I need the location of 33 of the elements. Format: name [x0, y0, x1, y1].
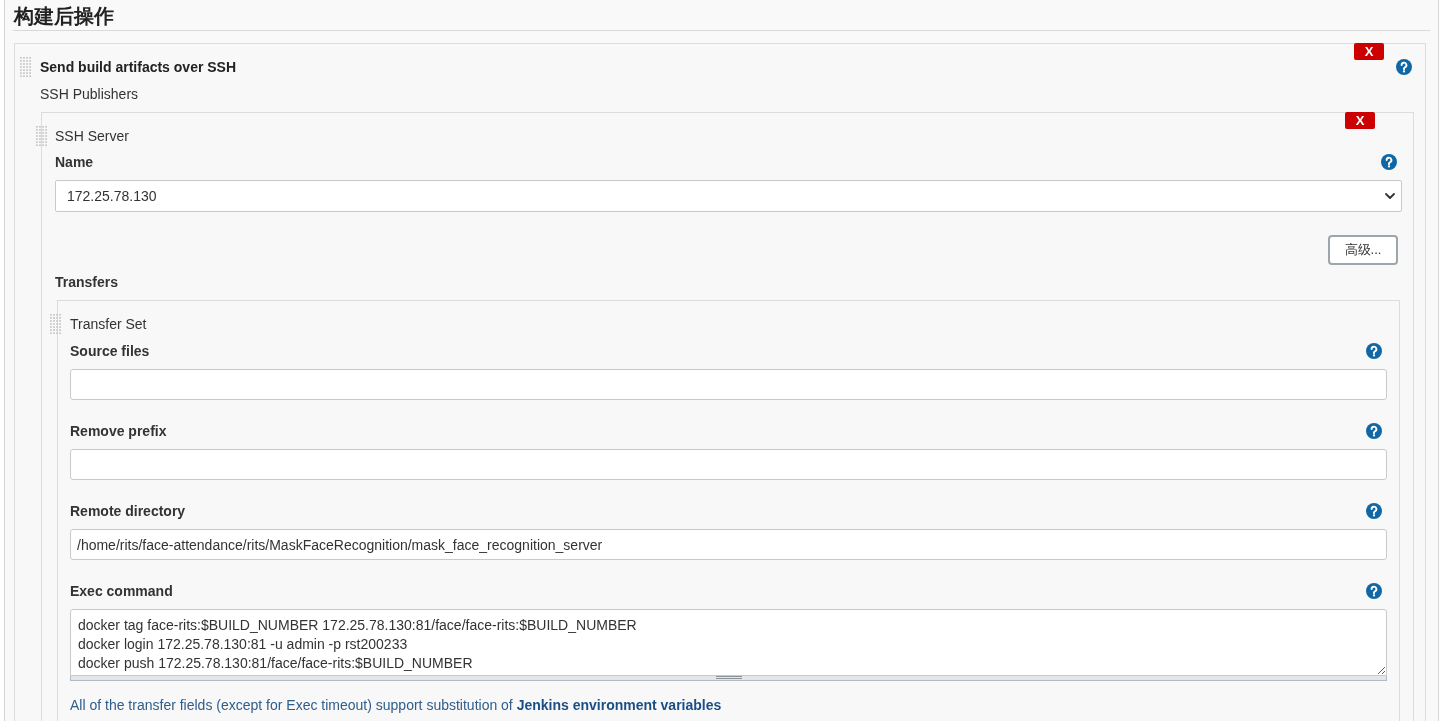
- help-icon[interactable]: [1396, 59, 1412, 75]
- transfers-label: Transfers: [55, 273, 119, 292]
- help-icon[interactable]: [1381, 154, 1397, 170]
- help-note: All of the transfer fields (except for Exec timeout) support substitution of Jenkins environment variables: [70, 697, 722, 714]
- drag-handle-icon[interactable]: [50, 314, 61, 334]
- delete-button[interactable]: X: [1345, 112, 1375, 129]
- input-field[interactable]: [70, 449, 1387, 480]
- input-field[interactable]: /home/rits/face-attendance/rits/MaskFaceRecognition/mask_face_recognition_server: [70, 529, 1387, 560]
- delete-button[interactable]: X: [1354, 43, 1384, 60]
- textarea-resize-handle[interactable]: [70, 676, 1387, 681]
- env-variables-link[interactable]: Jenkins environment variables: [516, 697, 722, 713]
- section-heading: 构建后操作: [14, 4, 114, 29]
- field-label: Source files: [70, 342, 150, 361]
- drag-handle-icon[interactable]: [36, 126, 47, 146]
- input-field[interactable]: [70, 369, 1387, 400]
- advanced-button[interactable]: 高级...: [1328, 235, 1398, 265]
- help-icon[interactable]: [1366, 583, 1382, 599]
- grip-lines-icon: [715, 676, 742, 679]
- field-label: Remove prefix: [70, 422, 167, 441]
- chevron-down-icon: [1385, 193, 1395, 199]
- transfer-set-title: Transfer Set: [70, 315, 147, 334]
- command-textarea[interactable]: docker tag face-rits:$BUILD_NUMBER 172.25.78.130:81/face/face-rits:$BUILD_NUMBER docker login 172.25.78.130:81 -u admin -p rst200233 docker push 172.25.78.130:81/face/face-rits:$BUILD_NUMBER: [70, 609, 1387, 676]
- drag-handle-icon[interactable]: [20, 57, 31, 77]
- help-icon[interactable]: [1366, 503, 1382, 519]
- field-label: Remote directory: [70, 502, 186, 521]
- publisher-subtitle: SSH Publishers: [40, 85, 139, 104]
- server-select[interactable]: 172.25.78.130: [55, 180, 1402, 212]
- field-label: Name: [55, 153, 94, 172]
- publisher-title: Send build artifacts over SSH: [40, 58, 237, 77]
- server-title: SSH Server: [55, 127, 129, 146]
- field-label: Exec command: [70, 582, 173, 601]
- help-icon[interactable]: [1366, 423, 1382, 439]
- help-icon[interactable]: [1366, 343, 1382, 359]
